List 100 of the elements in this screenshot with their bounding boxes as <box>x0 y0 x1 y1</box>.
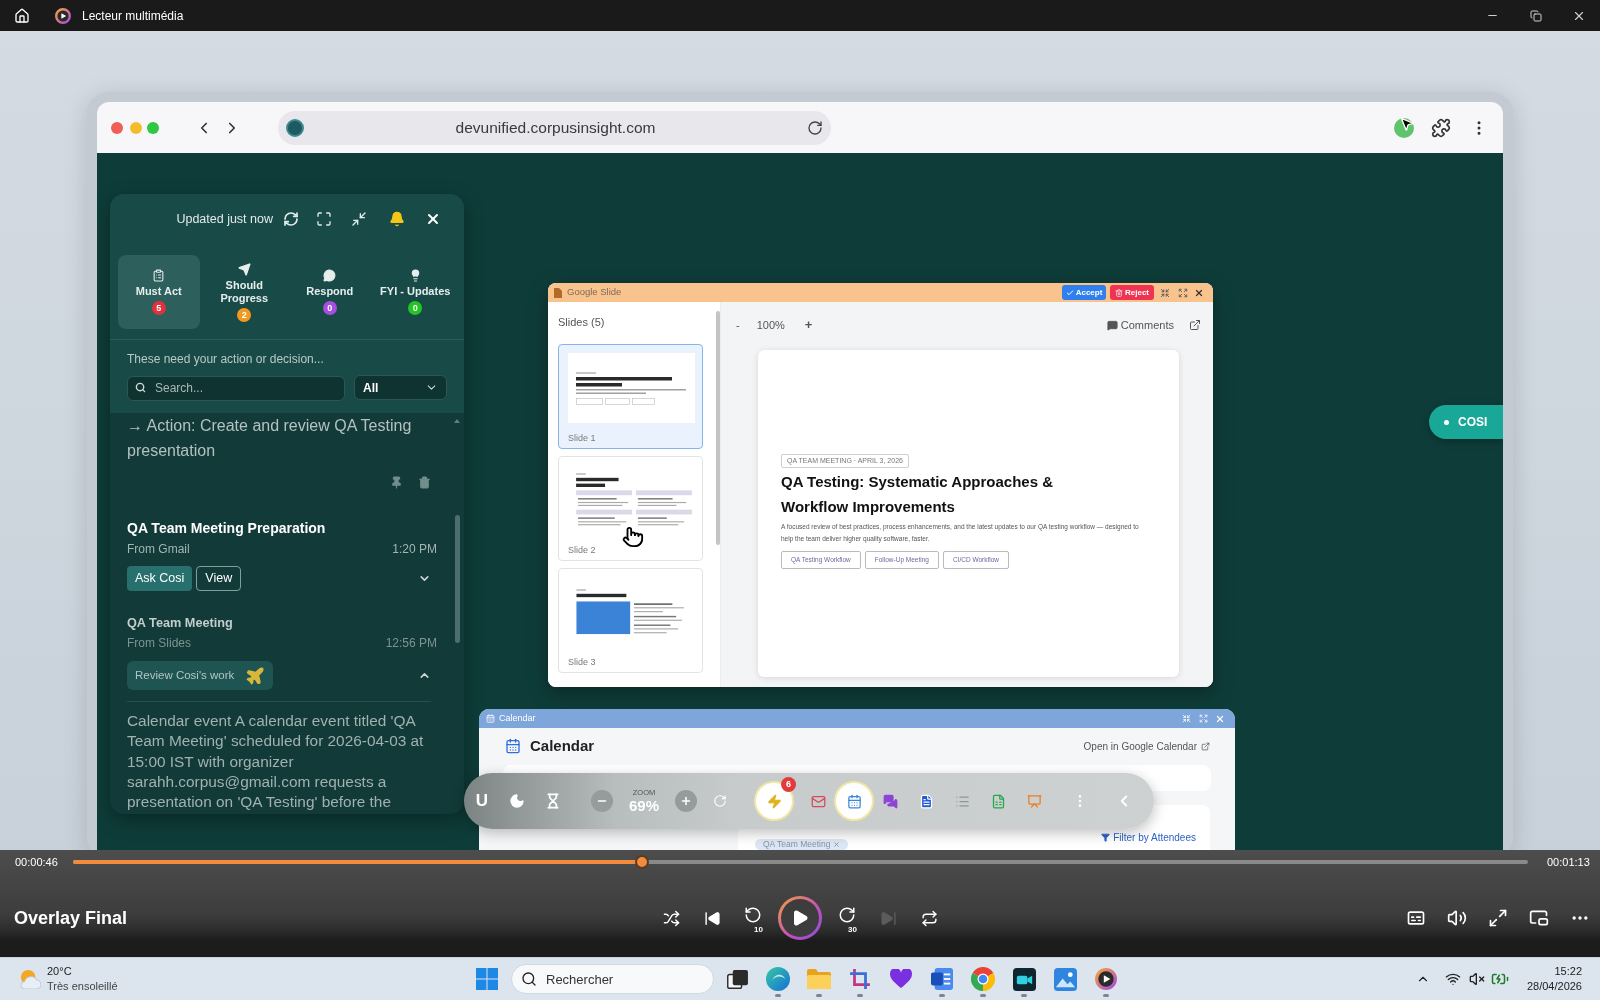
running-indicator-icon <box>857 994 863 997</box>
forward-button[interactable]: 30 <box>831 902 863 934</box>
calendar-icon <box>486 714 495 723</box>
zoom-in-button[interactable] <box>675 790 697 812</box>
progress-thumb[interactable] <box>634 855 649 869</box>
scrollbar-thumb[interactable] <box>455 515 460 643</box>
item-source: From Gmail <box>127 541 190 558</box>
slides-heading: Slides (5) <box>558 315 605 329</box>
fullscreen-icon[interactable] <box>1488 908 1508 928</box>
play-icon <box>791 909 809 927</box>
expand-icon[interactable] <box>1199 714 1208 723</box>
weather-temperature: 20°C <box>47 964 73 979</box>
window-title: Google Slide <box>567 285 622 300</box>
scrollbar-thumb[interactable] <box>716 311 720 545</box>
video-camera-icon <box>1012 967 1036 991</box>
category-tab[interactable]: Should Progress 2 <box>203 255 285 329</box>
window-title: Lecteur multimédia <box>82 7 184 25</box>
zoom-in-button[interactable]: + <box>804 315 813 335</box>
rotate-left-icon <box>744 906 762 924</box>
running-indicator-icon <box>980 994 986 997</box>
zoom-out-button[interactable] <box>591 790 613 812</box>
clock-date: 28/04/2026 <box>1526 979 1582 994</box>
review-button[interactable]: Review Cosi's work <box>127 661 273 690</box>
home-icon[interactable] <box>14 7 30 24</box>
clock-time: 15:22 <box>1554 964 1582 979</box>
landscape-icon <box>1053 967 1077 991</box>
reject-button[interactable]: Reject <box>1110 285 1154 300</box>
play-circle-icon <box>55 7 71 24</box>
view-button[interactable]: View <box>196 566 242 591</box>
slide-thumbnail[interactable]: Slide 1 <box>558 344 703 449</box>
slide-thumbnail[interactable]: Slide 3 <box>558 568 703 673</box>
category-tab[interactable]: Respond 0 <box>289 255 371 329</box>
pin-icon[interactable] <box>390 475 403 489</box>
slide-thumbnail[interactable]: Slide 2 <box>558 456 703 561</box>
presentation-icon <box>1026 793 1042 809</box>
check-icon <box>1065 288 1074 297</box>
item-description: Calendar event A calendar event titled 'QA Team Meeting' scheduled for 2026-04-03 at 15:00 IST with organizer sarahh.corpus@gmail.com requests a presentation on 'QA Testing' before the <box>127 711 425 813</box>
mini-player-icon[interactable] <box>1529 908 1549 928</box>
bell-icon[interactable] <box>389 211 405 227</box>
category-tab[interactable]: Must Act 5 <box>118 255 200 329</box>
crop-icon <box>849 968 871 990</box>
trash-icon[interactable] <box>418 475 431 489</box>
calendar-heading: Calendar <box>530 735 595 756</box>
open-external-icon[interactable] <box>1189 319 1201 331</box>
user-initial-button[interactable]: U <box>466 785 498 817</box>
search-field[interactable]: Search... <box>127 375 345 401</box>
play-button[interactable] <box>778 896 822 940</box>
accept-button[interactable]: Accept <box>1062 285 1106 300</box>
chat-bubbles-icon <box>882 793 898 809</box>
item-source: From Slides <box>127 635 191 652</box>
running-indicator-icon <box>816 994 822 997</box>
item-title: QA Team Meeting Preparation <box>127 519 326 538</box>
address-bar[interactable]: devunified.corpusinsight.com <box>278 110 831 145</box>
app-shortcut-button[interactable] <box>756 783 792 819</box>
refresh-icon[interactable] <box>283 211 299 227</box>
calendar-icon <box>505 738 521 754</box>
expand-icon[interactable] <box>1178 287 1188 298</box>
mouse-pointer-icon <box>1399 116 1415 132</box>
collapse-icon[interactable] <box>351 211 367 227</box>
swirl-logo-icon <box>766 967 790 991</box>
progress-track[interactable] <box>73 855 1528 869</box>
ask-button[interactable]: Ask Cosi <box>127 566 193 591</box>
weather-condition: Très ensoleillé <box>47 979 118 994</box>
elapsed-time: 00:00:46 <box>15 854 59 870</box>
plus-icon <box>680 795 692 807</box>
captions-icon[interactable] <box>1406 908 1426 928</box>
reload-icon[interactable] <box>807 119 823 136</box>
wifi-icon[interactable] <box>1444 971 1461 987</box>
item-time: 1:20 PM <box>392 541 437 558</box>
remove-icon[interactable] <box>833 841 841 848</box>
shrink-icon[interactable] <box>1160 287 1170 298</box>
spreadsheet-icon <box>990 793 1006 809</box>
close-icon[interactable] <box>425 211 441 227</box>
zoom-out-button[interactable]: - <box>736 316 740 334</box>
app-shortcut-button[interactable] <box>836 783 872 819</box>
rewind-button[interactable]: 10 <box>737 902 769 934</box>
speaker-icon[interactable] <box>1447 908 1467 928</box>
search-icon <box>521 971 537 987</box>
category-tab[interactable]: FYI - Updates 0 <box>374 255 456 329</box>
running-indicator-icon <box>1021 994 1027 997</box>
taskbar-search-field[interactable]: Rechercher <box>511 964 714 994</box>
filter-link[interactable]: Filter by Attendees <box>1101 831 1196 843</box>
close-icon[interactable] <box>1194 287 1204 298</box>
count-badge: 2 <box>237 307 252 322</box>
comments-button[interactable]: Comments <box>1106 316 1174 334</box>
play-circle-icon <box>1095 968 1117 990</box>
clipboard-icon <box>152 269 166 282</box>
filter-dropdown[interactable]: All <box>354 375 447 400</box>
shrink-icon[interactable] <box>1182 714 1191 723</box>
scroll-up-icon[interactable] <box>454 419 460 423</box>
expand-icon[interactable] <box>316 211 332 227</box>
document-icon <box>554 287 562 298</box>
running-indicator-icon <box>1103 994 1109 997</box>
muted-speaker-icon[interactable] <box>1468 971 1485 987</box>
puzzle-icon[interactable] <box>1431 117 1451 138</box>
hand-pointer-icon <box>622 526 644 548</box>
open-calendar-link[interactable]: Open in Google Calendar <box>1083 738 1210 754</box>
folder-icon <box>807 969 831 989</box>
repeat-icon <box>920 909 938 927</box>
search-icon <box>135 382 146 393</box>
